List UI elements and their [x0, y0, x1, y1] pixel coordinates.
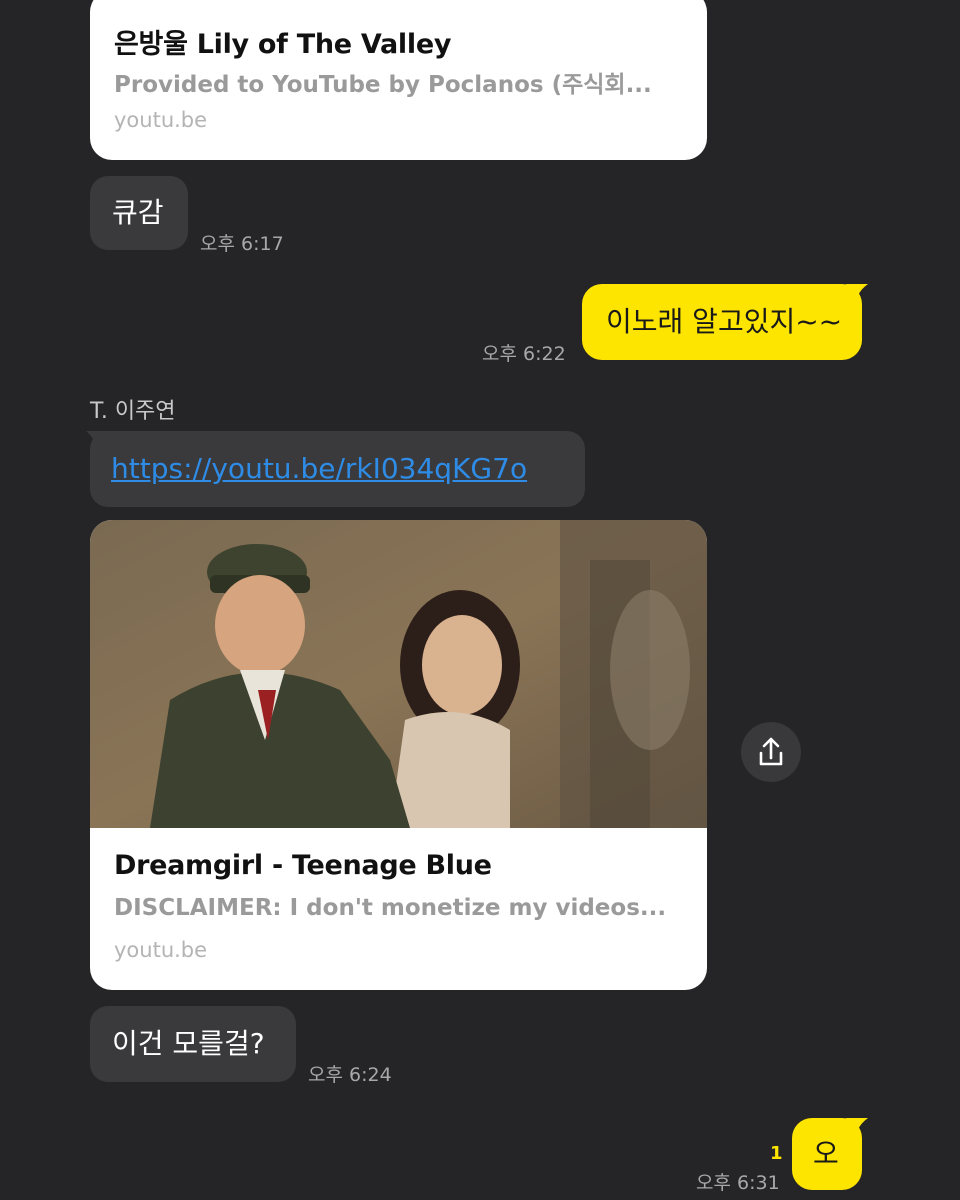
message-text: 큐감	[112, 196, 164, 229]
card-title: Dreamgirl - Teenage Blue	[114, 850, 492, 881]
card-domain: youtu.be	[114, 108, 208, 132]
message-text: 이건 모를걸?	[112, 1027, 265, 1060]
bubble-tail	[846, 1118, 868, 1144]
card-title: 은방울 Lily of The Valley	[114, 29, 452, 60]
link-preview-card-lily[interactable]: 은방울 Lily of The Valley Provided to YouTu…	[90, 0, 707, 160]
url-link[interactable]: https://youtu.be/rkI034qKG7o	[111, 452, 527, 485]
message-bubble-outgoing[interactable]: 이노래 알고있지~~	[582, 284, 862, 360]
card-description: Provided to YouTube by Poclanos (주식회...	[114, 72, 652, 98]
sender-name: T. 이주연	[90, 399, 176, 424]
share-icon	[759, 737, 783, 766]
share-button[interactable]	[741, 722, 801, 782]
message-bubble-link[interactable]: https://youtu.be/rkI034qKG7o	[90, 431, 585, 507]
bubble-tail	[846, 284, 868, 310]
message-time: 오후 6:31	[696, 1172, 780, 1194]
message-time: 오후 6:22	[482, 343, 566, 365]
unread-count: 1	[770, 1143, 783, 1164]
message-text: 이노래 알고있지~~	[606, 305, 843, 338]
video-thumbnail-image	[90, 520, 707, 828]
message-time: 오후 6:17	[200, 233, 284, 255]
card-description: DISCLAIMER: I don't monetize my videos..…	[114, 895, 667, 921]
message-bubble-incoming[interactable]: 큐감	[90, 176, 188, 250]
link-preview-card-dreamgirl[interactable]: Dreamgirl - Teenage Blue DISCLAIMER: I d…	[90, 520, 707, 990]
message-text: 오	[813, 1137, 839, 1170]
card-domain: youtu.be	[114, 938, 208, 962]
message-time: 오후 6:24	[308, 1064, 392, 1086]
message-bubble-incoming[interactable]: 이건 모를걸?	[90, 1006, 296, 1082]
